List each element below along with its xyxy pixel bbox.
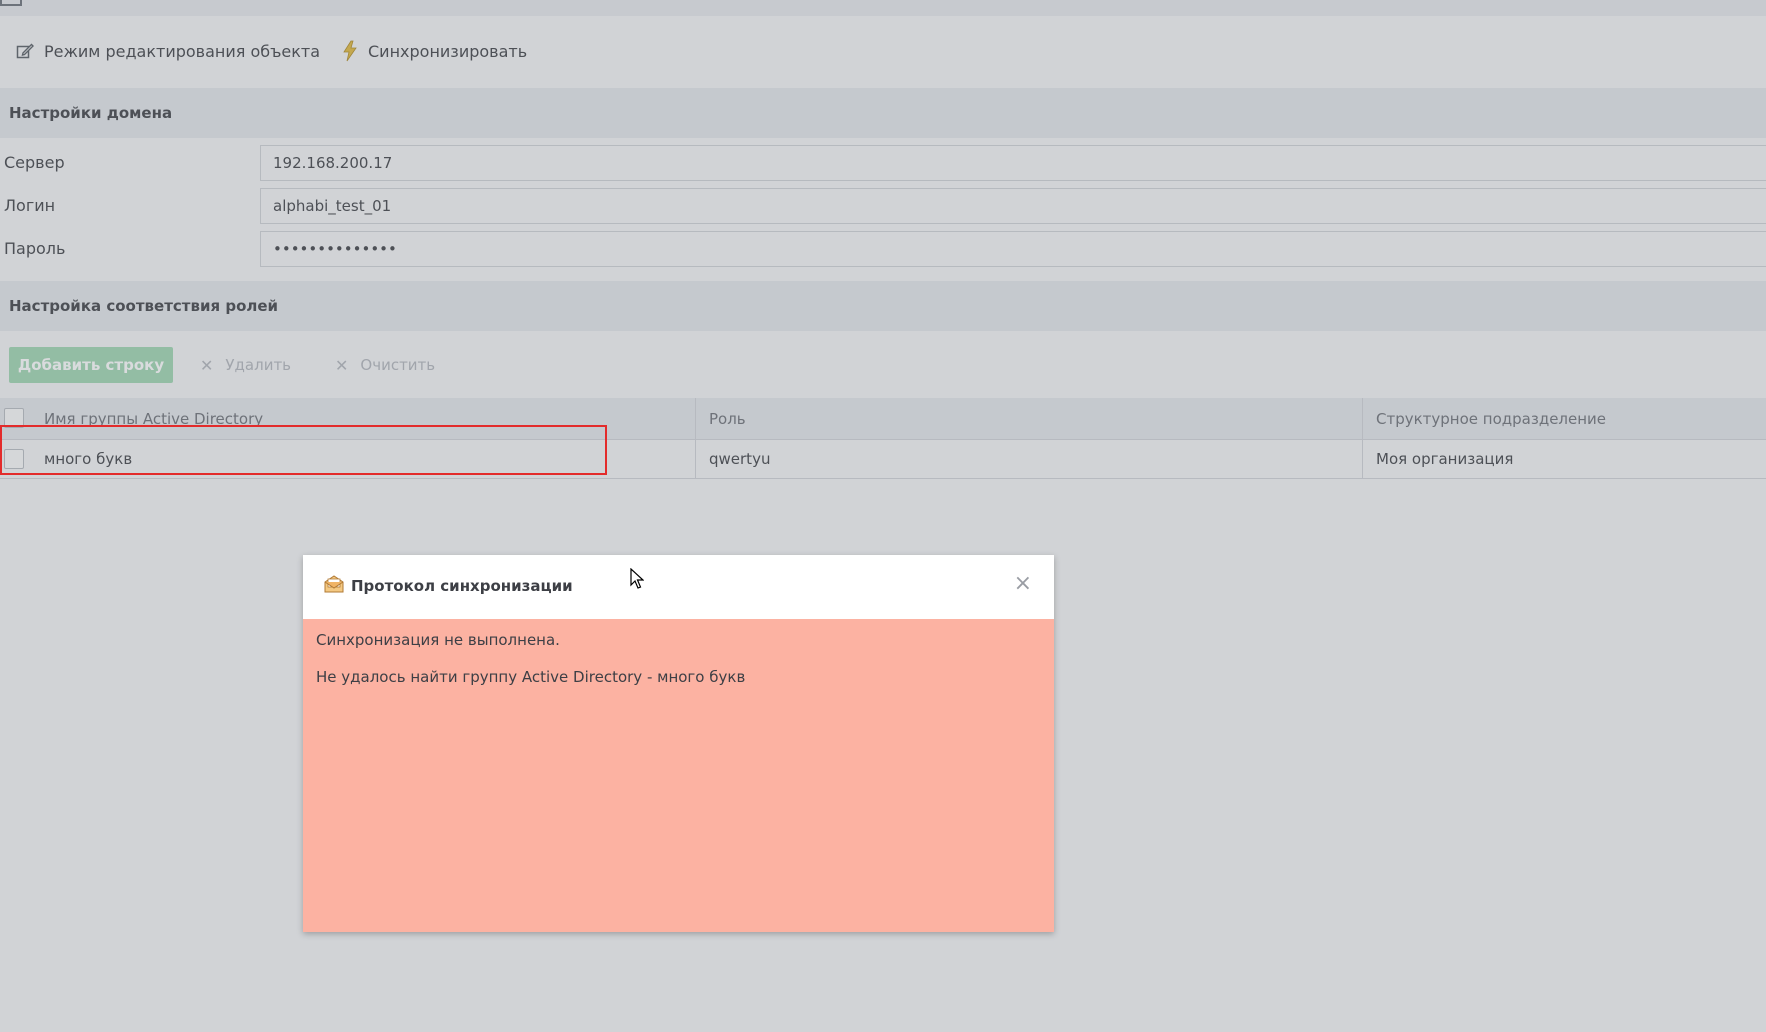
dialog-body: Синхронизация не выполнена. Не удалось н… xyxy=(303,619,1054,932)
envelope-icon xyxy=(324,575,344,593)
mouse-cursor-icon xyxy=(630,568,644,589)
app-window: Режим редактирования объекта Синхронизир… xyxy=(0,0,1766,1032)
sync-error-message: Не удалось найти группу Active Directory… xyxy=(316,668,746,686)
sync-status-message: Синхронизация не выполнена. xyxy=(316,631,560,649)
sync-log-dialog: Протокол синхронизации × Синхронизация н… xyxy=(303,555,1054,932)
dialog-title: Протокол синхронизации xyxy=(351,577,573,595)
close-icon[interactable]: × xyxy=(1014,573,1032,595)
dialog-header[interactable]: Протокол синхронизации × xyxy=(303,555,1054,619)
